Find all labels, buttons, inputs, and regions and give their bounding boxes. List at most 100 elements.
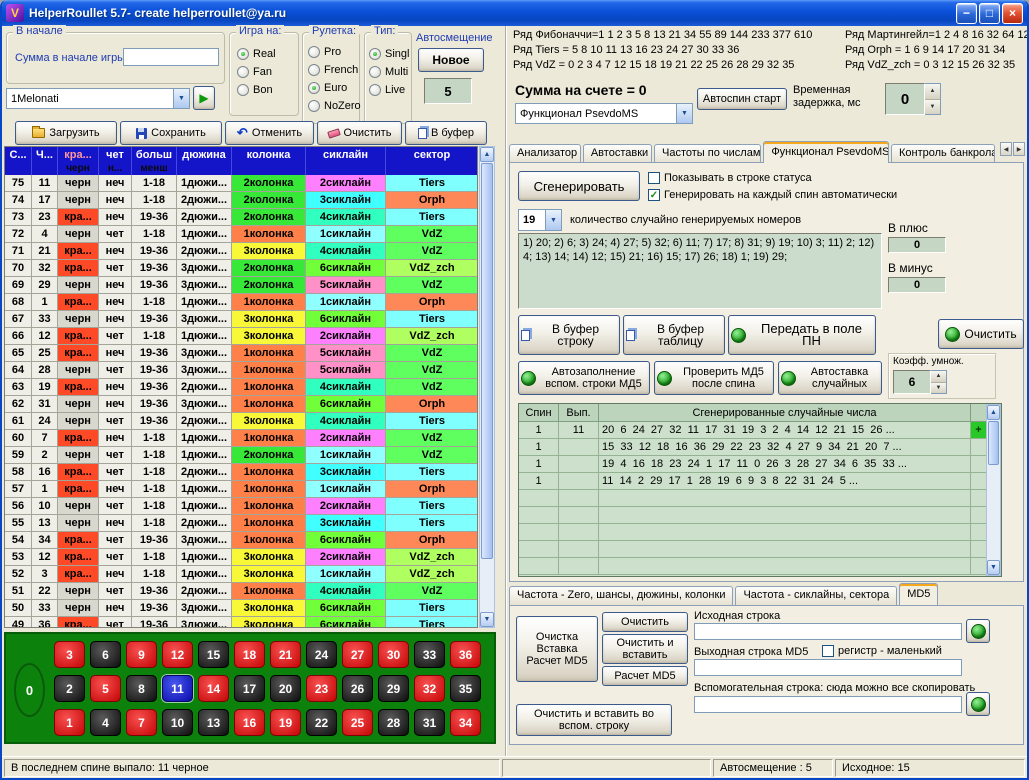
- board-number-23[interactable]: 23: [306, 675, 337, 702]
- radio-euro[interactable]: Euro: [308, 79, 361, 97]
- history-scrollbar[interactable]: ▲ ▼: [479, 146, 495, 628]
- tab-3[interactable]: Частоты по числам: [654, 144, 761, 163]
- history-row[interactable]: 5033черннеч19-363дюжи...3колонка6сиклайн…: [5, 600, 477, 617]
- close-button[interactable]: ×: [1002, 3, 1023, 24]
- board-number-6[interactable]: 6: [90, 641, 121, 668]
- tab-5[interactable]: Контроль банкрола: [891, 144, 995, 163]
- board-number-13[interactable]: 13: [198, 709, 229, 736]
- board-number-32[interactable]: 32: [414, 675, 445, 702]
- history-row[interactable]: 681кра...неч1-181дюжи...1колонка1сиклайн…: [5, 294, 477, 311]
- board-number-35[interactable]: 35: [450, 675, 481, 702]
- board-number-16[interactable]: 16: [234, 709, 265, 736]
- preset-combobox[interactable]: 1Melonati ▼: [6, 88, 190, 109]
- autofill-md5-button[interactable]: Автозаполнение вспом. строки МД5: [518, 361, 650, 395]
- radio-nozero[interactable]: NoZero: [308, 97, 361, 115]
- history-row[interactable]: 6428чернчет19-363дюжи...1колонка5сиклайн…: [5, 362, 477, 379]
- board-number-25[interactable]: 25: [342, 709, 373, 736]
- md5-clear-paste-button[interactable]: Очистить и вставить: [602, 634, 688, 664]
- check-md5-button[interactable]: Проверить МД5 после спина: [654, 361, 774, 395]
- history-row[interactable]: 7417черннеч1-182дюжи...2колонка3сиклайнO…: [5, 192, 477, 209]
- generated-row[interactable]: 11120 6 24 27 32 11 17 31 19 3 2 4 14 12…: [519, 422, 1001, 439]
- spin-up-icon[interactable]: ▲: [925, 84, 940, 100]
- gen-checkbox-2[interactable]: ✓Генерировать на каждый спин автоматичес…: [648, 189, 897, 201]
- load-button[interactable]: Загрузить: [15, 121, 117, 145]
- board-number-29[interactable]: 29: [378, 675, 409, 702]
- history-row[interactable]: 523кра...неч1-181дюжи...3колонка1сиклайн…: [5, 566, 477, 583]
- board-number-26[interactable]: 26: [342, 675, 373, 702]
- delay-spinner[interactable]: 0 ▲▼: [885, 83, 941, 115]
- output-string-input[interactable]: [694, 659, 962, 676]
- board-number-3[interactable]: 3: [54, 641, 85, 668]
- autobet-random-button[interactable]: Автоставка случайных: [778, 361, 882, 395]
- aux-string-input[interactable]: [694, 696, 962, 713]
- board-number-5[interactable]: 5: [90, 675, 121, 702]
- history-row[interactable]: 5816кра...чет1-182дюжи...1колонка3сиклай…: [5, 464, 477, 481]
- history-row[interactable]: 4936кра...чет19-363дюжи...3колонка6сикла…: [5, 617, 477, 628]
- radio-real[interactable]: Real: [237, 45, 276, 63]
- board-number-20[interactable]: 20: [270, 675, 301, 702]
- scroll-up-arrow[interactable]: ▲: [987, 405, 1000, 420]
- undo-button[interactable]: ↶ Отменить: [225, 121, 314, 145]
- history-row[interactable]: 6231черннеч19-363дюжи...1колонка6сиклайн…: [5, 396, 477, 413]
- tab-1[interactable]: Частота - Zero, шансы, дюжины, колонки: [509, 586, 733, 605]
- history-row[interactable]: 5513черннеч1-182дюжи...1колонка3сиклайнT…: [5, 515, 477, 532]
- generated-row[interactable]: 115 33 12 18 16 36 29 22 23 32 4 27 9 34…: [519, 439, 1001, 456]
- board-number-14[interactable]: 14: [198, 675, 229, 702]
- board-number-19[interactable]: 19: [270, 709, 301, 736]
- board-number-2[interactable]: 2: [54, 675, 85, 702]
- functional-combobox[interactable]: Функционал PsevdoMS ▼: [515, 103, 693, 124]
- board-number-17[interactable]: 17: [234, 675, 265, 702]
- start-sum-input[interactable]: [123, 48, 219, 66]
- history-row[interactable]: 6319кра...неч19-362дюжи...1колонка4сикла…: [5, 379, 477, 396]
- board-number-1[interactable]: 1: [54, 709, 85, 736]
- history-row[interactable]: 7511черннеч1-181дюжи...2колонка2сиклайнT…: [5, 175, 477, 192]
- board-number-34[interactable]: 34: [450, 709, 481, 736]
- chevron-down-icon[interactable]: ▼: [676, 104, 692, 123]
- titlebar[interactable]: V HelperRoullet 5.7- create helperroulle…: [2, 0, 1027, 26]
- generated-row[interactable]: 111 14 2 29 17 1 28 19 6 9 3 8 22 31 24 …: [519, 473, 1001, 490]
- scroll-thumb[interactable]: [481, 163, 493, 559]
- spin-down-icon[interactable]: ▼: [925, 100, 940, 115]
- tab-4[interactable]: Функционал PsevdoMS: [763, 141, 889, 163]
- chevron-down-icon[interactable]: ▼: [173, 89, 189, 108]
- coef-spinner[interactable]: 6 ▲▼: [893, 370, 947, 394]
- history-row[interactable]: 5312кра...чет1-181дюжи...3колонка2сиклай…: [5, 549, 477, 566]
- board-number-4[interactable]: 4: [90, 709, 121, 736]
- source-globe-button[interactable]: [966, 619, 990, 643]
- history-row[interactable]: 5122чернчет19-362дюжи...1колонка4сиклайн…: [5, 583, 477, 600]
- history-row[interactable]: 7323кра...неч19-362дюжи...2колонка4сикла…: [5, 209, 477, 226]
- board-number-31[interactable]: 31: [414, 709, 445, 736]
- buffer-button[interactable]: В буфер: [405, 121, 487, 145]
- checkbox-icon[interactable]: [822, 645, 834, 657]
- autospin-start-button[interactable]: Автоспин старт: [697, 88, 787, 110]
- board-number-11[interactable]: 11: [162, 675, 193, 702]
- spin-arrows[interactable]: ▲▼: [925, 83, 941, 115]
- history-row[interactable]: 724чернчет1-181дюжи...1колонка1сиклайнVd…: [5, 226, 477, 243]
- md5-clear-paste-aux-button[interactable]: Очистить и вставить во вспом. строку: [516, 704, 672, 736]
- source-string-input[interactable]: [694, 623, 962, 640]
- radio-pro[interactable]: Pro: [308, 43, 361, 61]
- generate-button[interactable]: Сгенерировать: [518, 171, 640, 201]
- send-to-pn-button[interactable]: Передать в поле ПН: [728, 315, 876, 355]
- md5-clear-button[interactable]: Очистить: [602, 612, 688, 632]
- generated-numbers-textarea[interactable]: 1) 20; 2) 6; 3) 24; 4) 27; 5) 32; 6) 11;…: [518, 233, 882, 309]
- board-number-10[interactable]: 10: [162, 709, 193, 736]
- history-row[interactable]: 6733черннеч19-363дюжи...3колонка6сиклайн…: [5, 311, 477, 328]
- board-number-33[interactable]: 33: [414, 641, 445, 668]
- count-combobox[interactable]: 19 ▼: [518, 209, 562, 231]
- aux-globe-button[interactable]: [966, 692, 990, 716]
- save-button[interactable]: Сохранить: [120, 121, 222, 145]
- minimize-button[interactable]: −: [956, 3, 977, 24]
- generated-row[interactable]: 119 4 16 18 23 24 1 17 11 0 26 3 28 27 3…: [519, 456, 1001, 473]
- run-preset-button[interactable]: ▶: [193, 86, 215, 110]
- spin-up-icon[interactable]: ▲: [931, 371, 946, 383]
- history-row[interactable]: 7032кра...чет19-363дюжи...2колонка6сикла…: [5, 260, 477, 277]
- spin-arrows[interactable]: ▲▼: [931, 370, 947, 394]
- board-number-36[interactable]: 36: [450, 641, 481, 668]
- history-row[interactable]: 592чернчет1-181дюжи...2колонка1сиклайнVd…: [5, 447, 477, 464]
- scroll-down-arrow[interactable]: ▼: [480, 612, 494, 627]
- checkbox-icon[interactable]: [648, 172, 660, 184]
- history-row[interactable]: 607кра...неч1-181дюжи...1колонка2сиклайн…: [5, 430, 477, 447]
- md5-big-button[interactable]: Очистка Вставка Расчет MD5: [516, 616, 598, 682]
- tab-2[interactable]: Автоставки: [583, 144, 652, 163]
